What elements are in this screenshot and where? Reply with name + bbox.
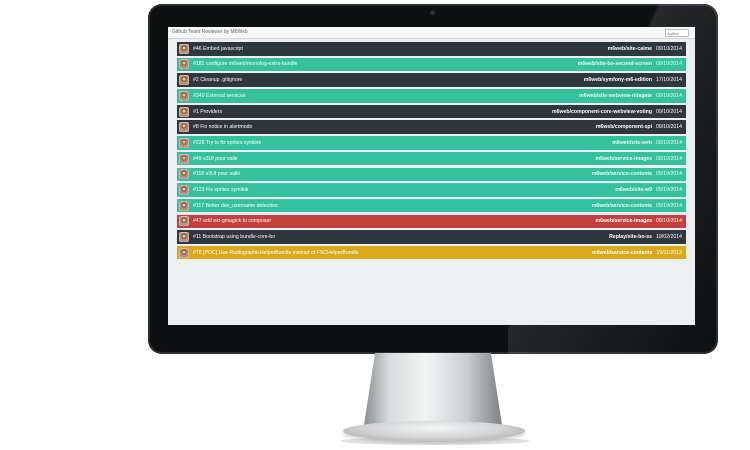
pull-request-row[interactable]: #228 Try to fix sprites symlink m6web/sit… <box>177 136 686 150</box>
pull-request-row[interactable]: #117 Better dav_username detection m6web/… <box>177 198 686 213</box>
pull-request-row[interactable]: #1 Providers m6web/component-core-webview… <box>177 104 686 119</box>
author-avatar <box>179 247 189 258</box>
pull-request-date: 09/10/2014 <box>656 139 682 146</box>
pull-request-date: 09/10/2014 <box>656 92 682 99</box>
author-avatar <box>179 184 189 195</box>
author-avatar <box>179 90 189 101</box>
pull-request-date: 17/10/2014 <box>656 77 682 84</box>
pull-request-row[interactable]: #78 [POC] Use RadiographicHelperBundle i… <box>177 245 686 260</box>
pull-request-title[interactable]: #240 External services <box>193 93 573 99</box>
pull-request-row[interactable]: #181 configure m6web/monolog-extra-bundl… <box>177 57 686 72</box>
pull-request-row[interactable]: #11 Bootstrap using bundle-core-bo Replay… <box>177 230 686 244</box>
pull-request-title[interactable]: #228 Try to fix sprites symlink <box>193 140 606 146</box>
author-avatar <box>179 106 189 117</box>
pull-request-list: #46 Embed javascript m6web/site-calme 09/1… <box>177 42 686 262</box>
author-avatar <box>179 216 189 227</box>
pull-request-date: 09/10/2014 <box>656 171 682 178</box>
pull-request-date: 09/10/2014 <box>656 61 682 68</box>
pull-request-date: 09/10/2014 <box>656 108 682 115</box>
pull-request-row[interactable]: #47 add ext-gmagick to composer m6web/ser… <box>177 214 686 229</box>
pull-request-title[interactable]: #49 s3Uf pour salle <box>193 156 590 162</box>
pull-request-date: 09/10/2014 <box>656 218 682 225</box>
pull-request-row[interactable]: #118 s3Uf pour salle m6web/service-conten… <box>177 167 686 181</box>
pull-request-title[interactable]: #47 add ext-gmagick to composer <box>193 218 590 224</box>
app-screen: Github Team Reviewer by M6Web #46 Embed … <box>168 27 695 325</box>
repository-name: m6web/site-calme <box>607 45 653 52</box>
repository-name: m6web/service-contents <box>591 171 653 178</box>
pull-request-title[interactable]: #181 configure m6web/monolog-extra-bundl… <box>193 61 572 67</box>
pull-request-title[interactable]: #8 Fix notice in alertmodo <box>193 124 590 130</box>
pull-request-row[interactable]: #2 Cleanup .gitignore m6web/symfony-m6-ed… <box>177 73 686 87</box>
repository-name: m6web/site-webview-ridagate <box>579 92 653 99</box>
pull-request-row[interactable]: #123 Fix sprites symlink m6web/site-w9 09/… <box>177 183 686 197</box>
author-avatar <box>179 122 189 133</box>
repository-name: Replay/site-bo-ss <box>609 234 653 240</box>
repository-name: m6web/component-spi <box>595 124 653 131</box>
author-avatar <box>179 153 189 164</box>
author-avatar <box>179 169 189 180</box>
pull-request-row[interactable]: #46 Embed javascript m6web/site-calme 09/1… <box>177 42 686 56</box>
monitor-stand-neck <box>364 353 502 425</box>
author-avatar <box>179 200 189 211</box>
pull-request-date: 09/10/2014 <box>656 45 682 52</box>
repository-name: m6web/component-core-webview-voting <box>552 108 653 115</box>
pull-request-row[interactable]: #8 Fix notice in alertmodo m6web/componen… <box>177 120 686 134</box>
author-avatar <box>179 232 189 242</box>
pull-request-date: 19/11/2013 <box>656 249 682 256</box>
repository-name: m6web/symfony-m6-edition <box>583 77 653 84</box>
repository-name: m6web/service-contents <box>591 202 653 209</box>
pull-request-title[interactable]: #123 Fix sprites symlink <box>193 187 609 193</box>
author-avatar <box>179 59 189 70</box>
author-avatar <box>179 43 189 54</box>
pull-request-title[interactable]: #11 Bootstrap using bundle-core-bo <box>193 234 603 240</box>
pull-request-row[interactable]: #240 External services m6web/site-webview… <box>177 89 686 103</box>
repository-name: m6web/site-web <box>612 139 653 146</box>
pull-request-title[interactable]: #117 Better dav_username detection <box>193 203 586 209</box>
repository-name: m6web/service-images <box>595 155 653 162</box>
pull-request-date: 09/10/2014 <box>656 155 682 162</box>
pull-request-title[interactable]: #46 Embed javascript <box>193 46 602 52</box>
camera-dot <box>430 10 435 15</box>
pull-request-title[interactable]: #78 [POC] Use RadiographicHelperBundle i… <box>193 250 586 256</box>
app-header: Github Team Reviewer by M6Web <box>168 27 695 39</box>
repository-name: m6web/service-contents <box>592 249 653 256</box>
pull-request-date: 09/10/2014 <box>656 124 682 131</box>
pull-request-date: 09/10/2014 <box>656 202 682 209</box>
monitor-stand-base <box>343 421 525 441</box>
pull-request-date: 09/10/2014 <box>656 186 682 193</box>
pull-request-row[interactable]: #49 s3Uf pour salle m6web/service-images 0… <box>177 151 686 166</box>
pull-request-date: 19/02/2014 <box>656 234 682 240</box>
repository-name: m6web/site-w9 <box>615 186 653 193</box>
author-avatar <box>179 137 189 148</box>
pull-request-title[interactable]: #118 s3Uf pour salle <box>193 171 586 177</box>
author-avatar <box>179 75 189 86</box>
pull-request-title[interactable]: #1 Providers <box>193 109 546 115</box>
pull-request-title[interactable]: #2 Cleanup .gitignore <box>193 77 578 83</box>
repository-name: m6web/service-images <box>595 218 653 225</box>
app-title: Github Team Reviewer by M6Web <box>172 29 248 35</box>
repository-name: m6web/site-bo-second-screen <box>577 61 653 68</box>
author-filter-input[interactable] <box>665 29 689 37</box>
